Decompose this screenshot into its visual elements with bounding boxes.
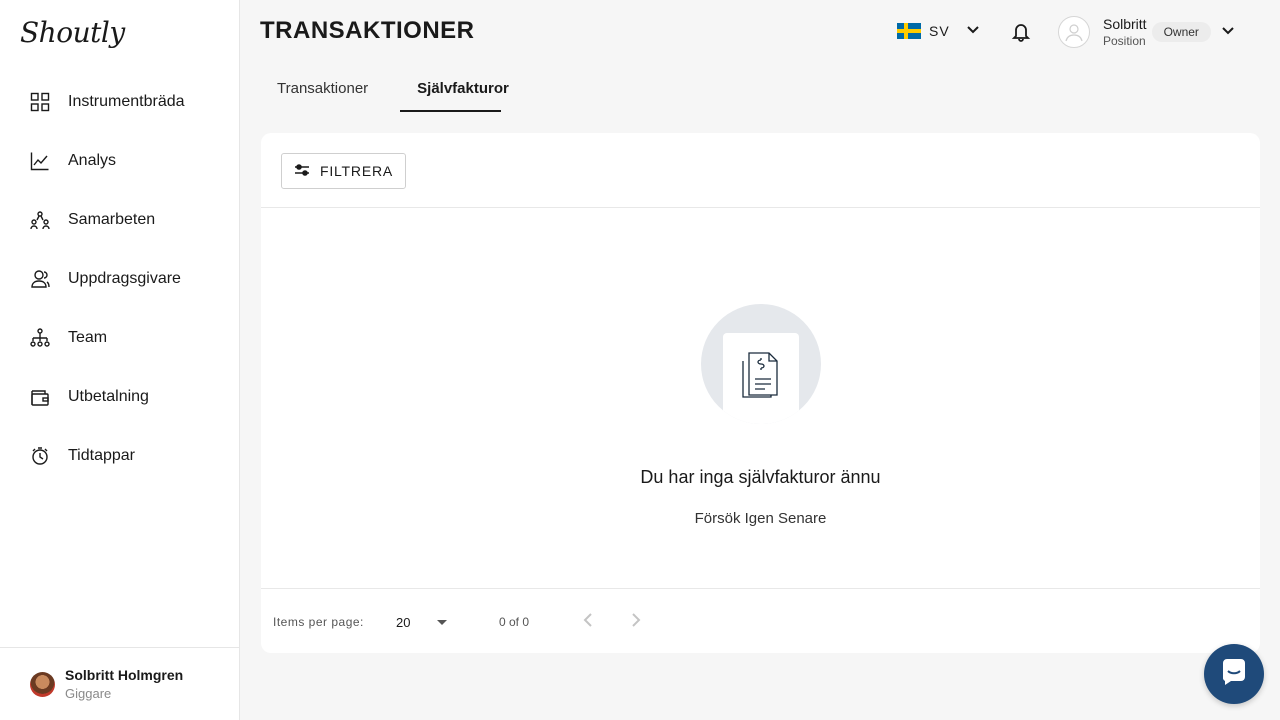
sweden-flag-icon bbox=[897, 23, 921, 39]
sidebar-item-utbetalning[interactable]: Utbetalning bbox=[0, 367, 240, 426]
tab-transaktioner[interactable]: Transaktioner bbox=[260, 70, 385, 111]
language-code: SV bbox=[929, 23, 950, 39]
sidebar-item-label: Tidtappar bbox=[68, 446, 135, 464]
chat-widget-button[interactable] bbox=[1204, 644, 1264, 704]
items-per-page-select[interactable]: 20 bbox=[396, 615, 410, 630]
notification-bell-icon[interactable] bbox=[1011, 22, 1031, 47]
sidebar: Shoutly Instrumentbräda Analys Samarbete… bbox=[0, 0, 240, 720]
previous-page-button[interactable] bbox=[583, 613, 593, 632]
team-tree-icon bbox=[30, 327, 50, 348]
user-role: Giggare bbox=[65, 686, 112, 701]
role-badge: Owner bbox=[1151, 22, 1211, 42]
chat-bubble-icon bbox=[1219, 657, 1249, 692]
sidebar-item-label: Utbetalning bbox=[68, 387, 149, 405]
avatar bbox=[30, 671, 55, 697]
sidebar-item-analys[interactable]: Analys bbox=[0, 131, 240, 190]
sidebar-item-label: Samarbeten bbox=[68, 210, 156, 228]
tab-bar: Transaktioner Självfakturor bbox=[260, 70, 526, 112]
sidebar-nav: Instrumentbräda Analys Samarbeten Uppdra… bbox=[0, 72, 240, 485]
sidebar-item-label: Uppdragsgivare bbox=[68, 269, 181, 287]
user-avatar-icon bbox=[1058, 16, 1090, 48]
sidebar-item-label: Team bbox=[68, 328, 108, 346]
empty-state-subtitle: Försök Igen Senare bbox=[694, 510, 827, 527]
page-title: TRANSAKTIONER bbox=[260, 17, 475, 44]
empty-state-illustration bbox=[701, 304, 821, 424]
self-invoices-card: FILTRERA Du har inga självfakturor ännu … bbox=[261, 133, 1260, 653]
sidebar-item-team[interactable]: Team bbox=[0, 308, 240, 367]
page-range: 0 of 0 bbox=[499, 615, 530, 629]
people-network-icon bbox=[30, 210, 50, 230]
stopwatch-icon bbox=[30, 446, 50, 466]
sidebar-item-instrumentbrada[interactable]: Instrumentbräda bbox=[0, 72, 240, 131]
grid-icon bbox=[30, 92, 50, 112]
profile-position: Position bbox=[1103, 34, 1146, 48]
sidebar-item-uppdragsgivare[interactable]: Uppdragsgivare bbox=[0, 249, 240, 308]
tab-sjalvfakturor[interactable]: Självfakturor bbox=[400, 70, 526, 112]
chevron-down-icon bbox=[966, 22, 980, 40]
sidebar-item-tidtappar[interactable]: Tidtappar bbox=[0, 426, 240, 485]
profile-name: Solbritt bbox=[1103, 16, 1147, 32]
sidebar-item-samarbeten[interactable]: Samarbeten bbox=[0, 190, 240, 249]
language-selector[interactable]: SV bbox=[897, 22, 980, 40]
items-per-page-label: Items per page: bbox=[273, 615, 364, 629]
dropdown-arrow-icon[interactable] bbox=[437, 620, 447, 625]
filter-button-label: FILTRERA bbox=[319, 163, 394, 179]
sliders-icon bbox=[294, 163, 310, 180]
wallet-icon bbox=[30, 387, 50, 407]
paginator: Items per page: 20 0 of 0 bbox=[261, 588, 1260, 653]
chart-line-icon bbox=[30, 151, 50, 171]
profile-menu[interactable]: Solbritt Position Owner bbox=[1058, 16, 1235, 48]
invoice-document-icon bbox=[723, 333, 799, 424]
filter-row: FILTRERA bbox=[261, 133, 1260, 208]
filter-button[interactable]: FILTRERA bbox=[281, 153, 406, 189]
chevron-down-icon bbox=[1221, 23, 1235, 41]
next-page-button[interactable] bbox=[631, 613, 641, 632]
empty-state-title: Du har inga självfakturor ännu bbox=[640, 467, 881, 487]
shoutly-logo[interactable]: Shoutly bbox=[20, 16, 125, 49]
user-name: Solbritt Holmgren bbox=[65, 667, 184, 683]
empty-state: Du har inga självfakturor ännu Försök Ig… bbox=[261, 209, 1260, 588]
sidebar-item-label: Analys bbox=[68, 151, 117, 169]
users-icon bbox=[30, 269, 50, 289]
sidebar-item-label: Instrumentbräda bbox=[68, 92, 185, 110]
sidebar-user[interactable]: Solbritt Holmgren Giggare bbox=[0, 647, 240, 720]
